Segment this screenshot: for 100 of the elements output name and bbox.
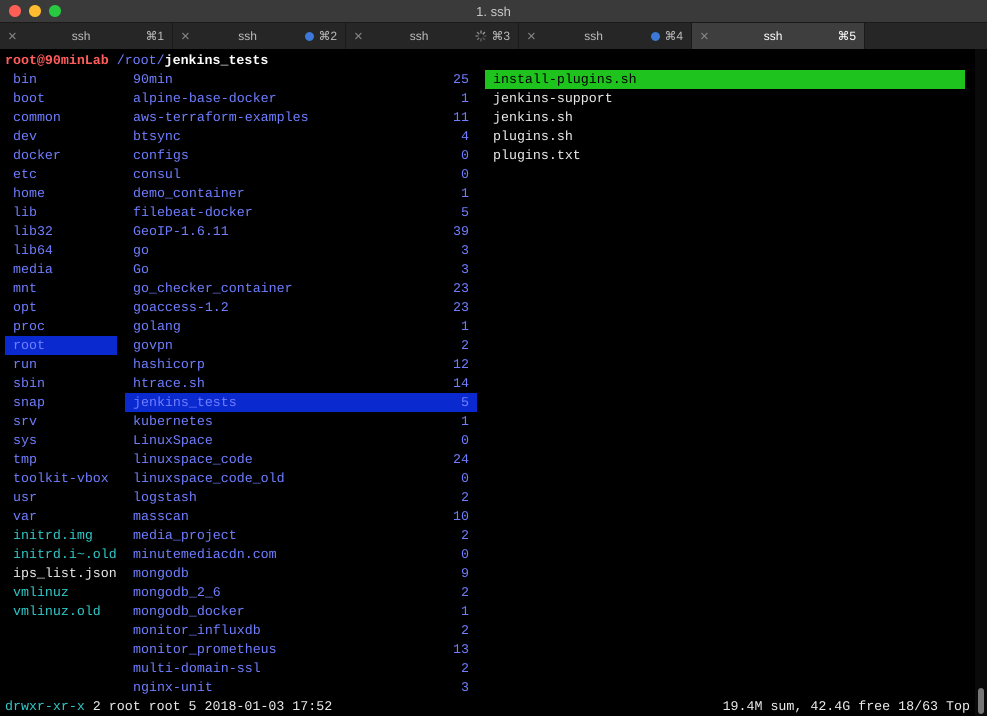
file-entry[interactable]: ips_list.json <box>5 564 117 583</box>
directory-entry[interactable]: media_project 2 <box>125 526 477 545</box>
directory-name: monitor_influxdb <box>133 622 261 640</box>
directory-name: media_project <box>133 527 237 545</box>
directory-entry[interactable]: minutemediacdn.com 0 <box>125 545 477 564</box>
directory-entry[interactable]: demo_container 1 <box>125 184 477 203</box>
item-count: 24 <box>453 451 469 469</box>
directory-name: monitor_prometheus <box>133 641 277 659</box>
close-icon[interactable]: × <box>8 28 17 44</box>
directory-entry[interactable]: hashicorp 12 <box>125 355 477 374</box>
directory-name: mongodb_docker <box>133 603 245 621</box>
directory-entry[interactable]: goaccess-1.2 23 <box>125 298 477 317</box>
directory-entry[interactable]: kubernetes 1 <box>125 412 477 431</box>
file-entry[interactable]: opt <box>5 298 117 317</box>
file-entry[interactable]: srv <box>5 412 117 431</box>
tab-label: ssh <box>237 29 258 43</box>
directory-entry[interactable]: golang 1 <box>125 317 477 336</box>
file-entry[interactable]: jenkins-support <box>485 89 965 108</box>
directory-entry[interactable]: LinuxSpace 0 <box>125 431 477 450</box>
directory-entry[interactable]: monitor_influxdb 2 <box>125 621 477 640</box>
directory-entry[interactable]: consul 0 <box>125 165 477 184</box>
directory-entry[interactable]: Go 3 <box>125 260 477 279</box>
directory-entry[interactable]: aws-terraform-examples 11 <box>125 108 477 127</box>
file-entry[interactable]: etc <box>5 165 117 184</box>
file-entry[interactable]: vmlinuz <box>5 583 117 602</box>
directory-entry[interactable]: logstash 2 <box>125 488 477 507</box>
item-count: 5 <box>461 204 469 222</box>
file-details: 2 root root 5 2018-01-03 17:52 <box>92 698 332 716</box>
close-button[interactable] <box>9 5 21 17</box>
directory-entry[interactable]: btsync 4 <box>125 127 477 146</box>
file-entry[interactable]: dev <box>5 127 117 146</box>
directory-name: LinuxSpace <box>133 432 213 450</box>
file-entry[interactable]: proc <box>5 317 117 336</box>
file-entry[interactable]: plugins.txt <box>485 146 965 165</box>
directory-entry[interactable]: alpine-base-docker 1 <box>125 89 477 108</box>
item-count: 14 <box>453 375 469 393</box>
directory-entry[interactable]: masscan 10 <box>125 507 477 526</box>
directory-entry[interactable]: filebeat-docker 5 <box>125 203 477 222</box>
item-count: 12 <box>453 356 469 374</box>
file-entry[interactable]: lib64 <box>5 241 117 260</box>
directory-name: GeoIP-1.6.11 <box>133 223 229 241</box>
file-entry[interactable]: install-plugins.sh <box>485 70 965 89</box>
directory-entry[interactable]: mongodb_2_6 2 <box>125 583 477 602</box>
item-count: 11 <box>453 109 469 127</box>
close-icon[interactable]: × <box>181 28 190 44</box>
directory-entry[interactable]: monitor_prometheus 13 <box>125 640 477 659</box>
file-entry[interactable]: usr <box>5 488 117 507</box>
file-entry[interactable]: sys <box>5 431 117 450</box>
file-entry[interactable]: jenkins.sh <box>485 108 965 127</box>
file-entry[interactable]: plugins.sh <box>485 127 965 146</box>
directory-entry[interactable]: htrace.sh 14 <box>125 374 477 393</box>
directory-name: govpn <box>133 337 173 355</box>
directory-entry[interactable]: govpn 2 <box>125 336 477 355</box>
close-icon[interactable]: × <box>527 28 536 44</box>
directory-entry[interactable]: nginx-unit 3 <box>125 678 477 697</box>
directory-entry[interactable]: go 3 <box>125 241 477 260</box>
file-entry[interactable]: lib32 <box>5 222 117 241</box>
file-entry[interactable]: vmlinuz.old <box>5 602 117 621</box>
file-entry[interactable]: snap <box>5 393 117 412</box>
file-entry[interactable]: tmp <box>5 450 117 469</box>
scrollbar[interactable] <box>975 49 987 716</box>
tab-shortcut: ⌘4 <box>664 29 683 43</box>
item-count: 9 <box>461 565 469 583</box>
file-entry[interactable]: var <box>5 507 117 526</box>
directory-name: aws-terraform-examples <box>133 109 309 127</box>
file-entry[interactable]: docker <box>5 146 117 165</box>
directory-entry[interactable]: linuxspace_code 24 <box>125 450 477 469</box>
file-entry[interactable]: common <box>5 108 117 127</box>
minimize-button[interactable] <box>29 5 41 17</box>
directory-name: go_checker_container <box>133 280 293 298</box>
directory-entry[interactable]: configs 0 <box>125 146 477 165</box>
zoom-button[interactable] <box>49 5 61 17</box>
file-entry[interactable]: sbin <box>5 374 117 393</box>
file-entry[interactable]: initrd.img <box>5 526 117 545</box>
file-entry[interactable]: toolkit-vbox <box>5 469 117 488</box>
item-count: 5 <box>461 394 469 412</box>
file-entry[interactable]: home <box>5 184 117 203</box>
file-entry[interactable]: bin <box>5 70 117 89</box>
directory-name: goaccess-1.2 <box>133 299 229 317</box>
directory-entry[interactable]: linuxspace_code_old 0 <box>125 469 477 488</box>
permissions: drwxr-xr-x <box>5 698 85 716</box>
file-entry[interactable]: mnt <box>5 279 117 298</box>
directory-entry[interactable]: multi-domain-ssl 2 <box>125 659 477 678</box>
file-entry[interactable]: initrd.i~.old <box>5 545 117 564</box>
file-entry[interactable]: lib <box>5 203 117 222</box>
directory-name: mongodb <box>133 565 189 583</box>
directory-entry[interactable]: mongodb 9 <box>125 564 477 583</box>
terminal-tab[interactable]: × ssh ⌘5 <box>692 23 865 49</box>
directory-name: 90min <box>133 71 173 89</box>
directory-entry[interactable]: go_checker_container 23 <box>125 279 477 298</box>
directory-entry[interactable]: mongodb_docker 1 <box>125 602 477 621</box>
file-entry[interactable]: run <box>5 355 117 374</box>
directory-name: alpine-base-docker <box>133 90 277 108</box>
file-entry[interactable]: boot <box>5 89 117 108</box>
item-count: 3 <box>461 242 469 260</box>
directory-name: minutemediacdn.com <box>133 546 277 564</box>
file-entry[interactable]: media <box>5 260 117 279</box>
directory-entry[interactable]: GeoIP-1.6.11 39 <box>125 222 477 241</box>
close-icon[interactable]: × <box>354 28 363 44</box>
directory-entry[interactable]: 90min 25 <box>125 70 477 89</box>
